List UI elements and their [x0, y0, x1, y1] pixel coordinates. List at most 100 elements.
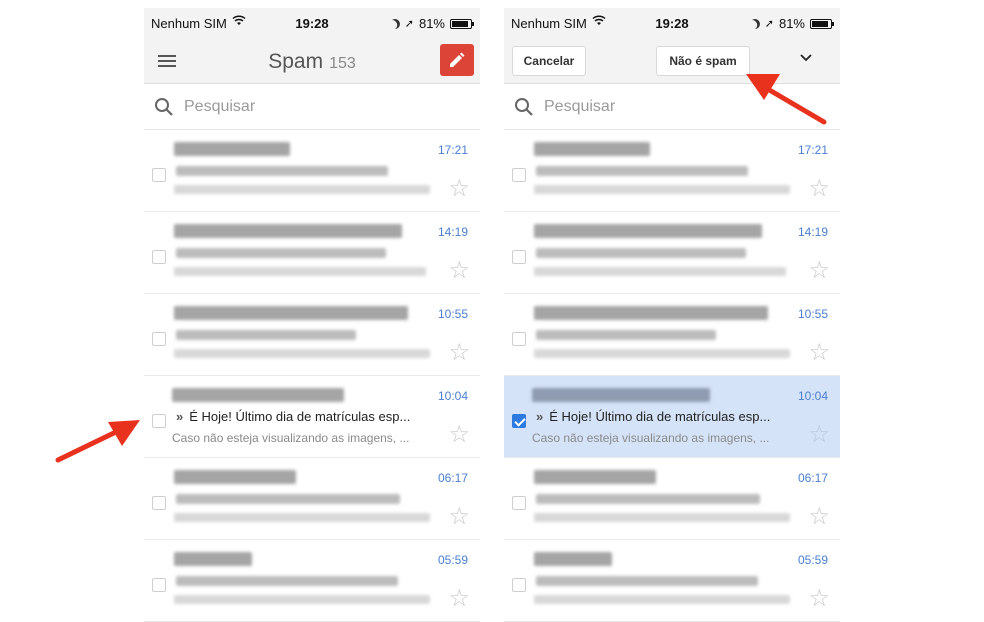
battery-icon [810, 18, 834, 29]
row-checkbox[interactable] [512, 496, 526, 510]
star-icon[interactable]: ☆ [808, 259, 830, 283]
email-time: 10:55 [437, 307, 468, 321]
star-icon[interactable]: ☆ [448, 587, 470, 611]
row-checkbox[interactable] [512, 578, 526, 592]
email-time: 06:17 [797, 471, 828, 485]
star-icon[interactable]: ☆ [808, 505, 830, 529]
email-time: 10:55 [797, 307, 828, 321]
important-marker-icon: » [176, 409, 184, 424]
star-icon[interactable]: ☆ [808, 341, 830, 365]
location-arrow-icon: ➚ [764, 18, 774, 30]
cancel-button[interactable]: Cancelar [512, 46, 586, 76]
blurred-sender [174, 552, 252, 566]
blurred-sender [534, 142, 650, 156]
star-icon[interactable]: ☆ [448, 505, 470, 529]
blurred-sender [534, 470, 656, 484]
blurred-snippet [534, 349, 790, 358]
email-snippet: Caso não esteja visualizando as imagens,… [172, 431, 410, 445]
row-checkbox[interactable] [152, 168, 166, 182]
row-checkbox[interactable] [152, 250, 166, 264]
blurred-sender [174, 142, 290, 156]
email-row[interactable]: 06:17 ☆ [504, 458, 840, 540]
battery-percent: 81% [418, 16, 445, 31]
email-row[interactable]: 17:21 ☆ [144, 130, 480, 212]
row-checkbox[interactable] [152, 414, 166, 428]
email-time: 10:04 [797, 389, 828, 403]
email-time: 06:17 [437, 471, 468, 485]
email-row[interactable]: 06:17 ☆ [144, 458, 480, 540]
search-icon [155, 98, 173, 116]
email-row[interactable]: 10:55 ☆ [504, 294, 840, 376]
email-row[interactable]: 14:19 ☆ [144, 212, 480, 294]
email-row[interactable]: 14:19 ☆ [504, 212, 840, 294]
blurred-sender [174, 470, 296, 484]
blurred-sender [172, 388, 344, 402]
email-row[interactable]: 10:55 ☆ [144, 294, 480, 376]
blurred-subject [536, 248, 746, 258]
blurred-subject [536, 494, 760, 504]
blurred-subject [536, 330, 716, 340]
blurred-snippet [174, 595, 430, 604]
blurred-sender [532, 388, 710, 402]
compose-button[interactable] [440, 44, 474, 76]
annotation-arrow-right [746, 74, 827, 125]
pencil-icon [450, 52, 465, 67]
row-checkbox[interactable] [152, 496, 166, 510]
blurred-snippet [174, 349, 430, 358]
email-row[interactable]: 05:59 ☆ [144, 540, 480, 622]
blurred-snippet [174, 185, 430, 194]
email-time: 14:19 [437, 225, 468, 239]
row-checkbox[interactable] [152, 578, 166, 592]
stage: Nenhum SIM 19:28 ➚ 81% Spam 153 Pesquisa… [0, 0, 984, 622]
email-row-spam-target[interactable]: » É Hoje! Último dia de matrículas esp...… [144, 376, 480, 458]
important-marker-icon: » [536, 409, 544, 424]
search-placeholder: Pesquisar [544, 98, 616, 115]
search-icon [515, 98, 533, 116]
folder-count: 153 [329, 55, 356, 72]
blurred-sender [174, 224, 402, 238]
email-time: 17:21 [437, 143, 468, 157]
blurred-subject [176, 494, 400, 504]
star-icon[interactable]: ☆ [448, 341, 470, 365]
not-spam-button[interactable]: Não é spam [656, 46, 750, 76]
row-checkbox[interactable] [512, 332, 526, 346]
blurred-subject [536, 576, 758, 586]
blurred-sender [174, 306, 408, 320]
row-checkbox[interactable] [512, 250, 526, 264]
row-checkbox[interactable] [512, 168, 526, 182]
annotation-arrow-left [55, 420, 140, 463]
status-right: ➚ 81% [390, 16, 474, 31]
email-row[interactable]: 17:21 ☆ [504, 130, 840, 212]
star-icon[interactable]: ☆ [808, 177, 830, 201]
email-time: 05:59 [437, 553, 468, 567]
email-time: 05:59 [797, 553, 828, 567]
row-checkbox-checked[interactable] [512, 414, 526, 428]
star-icon[interactable]: ☆ [808, 423, 830, 447]
status-bar: Nenhum SIM 19:28 ➚ 81% [144, 8, 480, 40]
blurred-snippet [534, 513, 790, 522]
star-icon[interactable]: ☆ [448, 177, 470, 201]
email-row[interactable]: 05:59 ☆ [504, 540, 840, 622]
blurred-snippet [534, 267, 786, 276]
blurred-sender [534, 224, 762, 238]
email-subject: » É Hoje! Último dia de matrículas esp... [176, 409, 410, 424]
email-snippet: Caso não esteja visualizando as imagens,… [532, 431, 770, 445]
star-icon[interactable]: ☆ [448, 259, 470, 283]
search-placeholder: Pesquisar [184, 98, 256, 115]
row-checkbox[interactable] [152, 332, 166, 346]
blurred-snippet [174, 267, 426, 276]
blurred-snippet [534, 595, 790, 604]
email-time: 10:04 [437, 389, 468, 403]
star-icon[interactable]: ☆ [448, 423, 470, 447]
star-icon[interactable]: ☆ [808, 587, 830, 611]
email-subject: » É Hoje! Último dia de matrículas esp... [536, 409, 770, 424]
chevron-down-icon[interactable] [800, 52, 812, 64]
blurred-snippet [174, 513, 430, 522]
blurred-subject [176, 576, 398, 586]
blurred-snippet [534, 185, 790, 194]
email-row-selected[interactable]: » É Hoje! Último dia de matrículas esp...… [504, 376, 840, 458]
search-bar[interactable]: Pesquisar [144, 84, 480, 130]
app-bar: Spam 153 [144, 40, 480, 84]
location-arrow-icon: ➚ [404, 18, 414, 30]
status-right: ➚ 81% [750, 16, 834, 31]
